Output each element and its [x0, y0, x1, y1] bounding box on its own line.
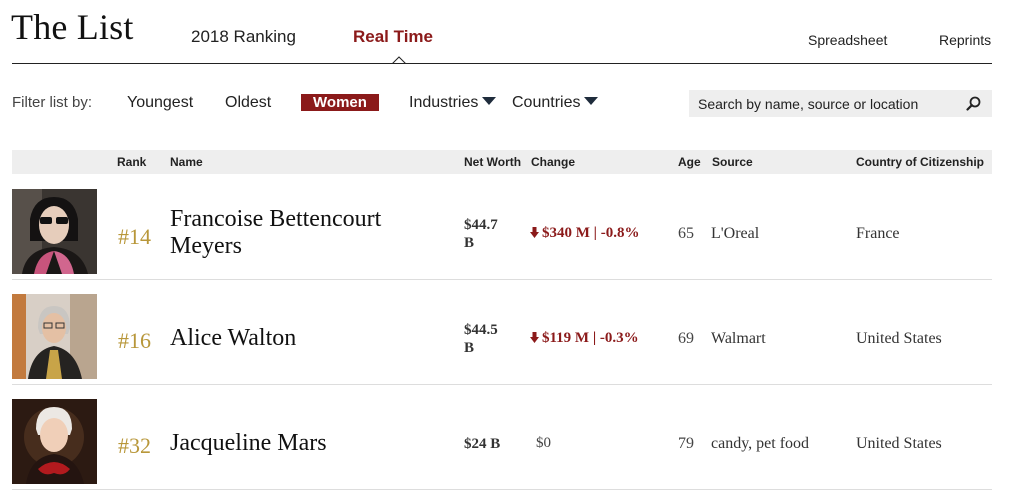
- age: 69: [678, 330, 694, 347]
- spreadsheet-link[interactable]: Spreadsheet: [808, 32, 887, 48]
- column-header-name[interactable]: Name: [170, 155, 203, 169]
- rank: #32: [118, 433, 151, 458]
- profile-photo[interactable]: [12, 294, 97, 379]
- header-divider: [12, 63, 992, 64]
- column-header-change[interactable]: Change: [531, 155, 575, 169]
- down-arrow-icon: [530, 332, 539, 343]
- column-header-country[interactable]: Country of Citizenship: [856, 155, 984, 169]
- filter-label: Filter list by:: [12, 94, 93, 111]
- change-value: $0: [536, 435, 551, 451]
- tab-2018-ranking[interactable]: 2018 Ranking: [191, 27, 296, 47]
- net-worth-amount: $44.7: [464, 217, 498, 233]
- person-name-line: Francoise Bettencourt: [170, 206, 382, 232]
- column-header-net-worth[interactable]: Net Worth: [464, 155, 521, 169]
- net-worth-amount: $24 B: [464, 436, 501, 452]
- age: 79: [678, 435, 694, 452]
- net-worth-unit: B: [464, 235, 475, 251]
- net-worth: $24 B: [464, 435, 524, 453]
- country: United States: [856, 330, 942, 347]
- age: 65: [678, 225, 694, 242]
- profile-photo[interactable]: [12, 399, 97, 484]
- net-worth-unit: B: [464, 340, 475, 356]
- change-value: $119 M | -0.3%: [542, 330, 639, 346]
- country: United States: [856, 435, 942, 452]
- filter-industries-label: Industries: [409, 94, 479, 111]
- change: $119 M | -0.3%: [530, 330, 639, 347]
- table-header: Rank Name Net Worth Change Age Source Co…: [12, 150, 992, 174]
- down-arrow-icon: [530, 227, 539, 238]
- search-icon[interactable]: [966, 96, 981, 111]
- column-header-rank[interactable]: Rank: [117, 155, 146, 169]
- person-name[interactable]: Jacqueline Mars: [170, 430, 450, 457]
- country: France: [856, 225, 900, 242]
- change-value: $340 M | -0.8%: [542, 225, 640, 241]
- column-header-age[interactable]: Age: [678, 155, 701, 169]
- search-box: [689, 90, 992, 117]
- source: candy, pet food: [711, 435, 810, 452]
- net-worth: $44.7 B: [464, 216, 524, 252]
- person-name-line: Alice Walton: [170, 325, 297, 351]
- filter-oldest[interactable]: Oldest: [225, 94, 271, 112]
- filter-countries-label: Countries: [512, 94, 581, 111]
- source: Walmart: [711, 330, 766, 347]
- filter-women[interactable]: Women: [301, 94, 379, 111]
- rank: #16: [118, 328, 151, 353]
- filter-countries-dropdown[interactable]: Countries: [512, 94, 599, 112]
- change: $0: [536, 435, 551, 452]
- filter-youngest[interactable]: Youngest: [127, 94, 193, 112]
- search-input[interactable]: [698, 95, 958, 113]
- table-row[interactable]: #16 Alice Walton $44.5 B $119 M | -0.3% …: [12, 280, 992, 385]
- column-header-source[interactable]: Source: [712, 155, 753, 169]
- net-worth: $44.5 B: [464, 321, 524, 357]
- table-row[interactable]: #14 Francoise Bettencourt Meyers $44.7 B…: [12, 175, 992, 280]
- rank: #14: [118, 224, 151, 249]
- caret-down-icon: [482, 97, 497, 105]
- person-name[interactable]: Alice Walton: [170, 325, 450, 352]
- reprints-link[interactable]: Reprints: [939, 32, 991, 48]
- tab-real-time[interactable]: Real Time: [353, 27, 433, 47]
- change: $340 M | -0.8%: [530, 225, 639, 242]
- page-title: The List: [11, 7, 134, 47]
- net-worth-amount: $44.5: [464, 322, 498, 338]
- caret-down-icon: [584, 97, 599, 105]
- table-row[interactable]: #32 Jacqueline Mars $24 B $0 79 candy, p…: [12, 385, 992, 490]
- person-name-line: Jacqueline Mars: [170, 430, 327, 456]
- person-name-line: Meyers: [170, 233, 242, 259]
- source: L'Oreal: [711, 225, 760, 242]
- person-name[interactable]: Francoise Bettencourt Meyers: [170, 206, 450, 260]
- profile-photo[interactable]: [12, 189, 97, 274]
- filter-industries-dropdown[interactable]: Industries: [409, 94, 497, 112]
